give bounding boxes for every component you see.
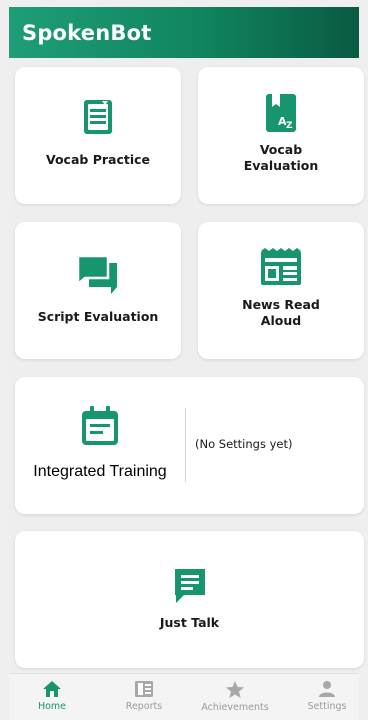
news-read-aloud-label-line1: News Read	[242, 296, 320, 312]
news-read-aloud-card[interactable]: News Read Aloud	[198, 222, 364, 359]
newspaper-icon	[261, 247, 301, 285]
nav-item-reports[interactable]: Reports	[104, 680, 184, 712]
integrated-training-settings-text: (No Settings yet)	[195, 437, 293, 451]
app-title: SpokenBot	[22, 20, 152, 45]
nav-label-home: Home	[37, 701, 67, 712]
star-icon	[226, 681, 244, 698]
list-icon	[84, 99, 112, 134]
nav-label-reports: Reports	[125, 701, 163, 712]
integrated-training-label: Integrated Training	[33, 462, 167, 480]
book-az-icon: A Z	[266, 93, 296, 132]
card-divider	[185, 408, 186, 482]
script-evaluation-label: Script Evaluation	[37, 308, 159, 324]
home-icon	[43, 681, 61, 697]
reports-icon	[135, 681, 153, 697]
nav-label-achievements: Achievements	[201, 702, 269, 713]
vocab-practice-label: Vocab Practice	[45, 151, 151, 167]
bottom-nav: Home Reports Achievements Settings	[9, 673, 359, 720]
vocab-evaluation-card[interactable]: A Z Vocab Evaluation	[198, 67, 364, 204]
just-talk-card[interactable]: Just Talk	[15, 531, 364, 668]
integrated-training-main[interactable]: Integrated Training	[15, 377, 185, 514]
nav-item-achievements[interactable]: Achievements	[195, 680, 275, 713]
vocab-evaluation-label-line1: Vocab	[259, 141, 303, 157]
message-icon	[174, 568, 205, 603]
chat-bubbles-icon	[76, 254, 117, 294]
app-bar: SpokenBot	[9, 7, 359, 58]
news-read-aloud-label-line2: Aloud	[260, 312, 302, 328]
svg-text:Z: Z	[286, 121, 293, 131]
calendar-icon	[82, 405, 118, 445]
vocab-evaluation-label-line2: Evaluation	[243, 157, 319, 173]
just-talk-label: Just Talk	[159, 614, 220, 630]
nav-item-home[interactable]: Home	[12, 680, 92, 712]
vocab-practice-card[interactable]: Vocab Practice	[15, 67, 181, 204]
nav-label-settings: Settings	[307, 701, 347, 712]
nav-item-settings[interactable]: Settings	[287, 680, 367, 712]
script-evaluation-card[interactable]: Script Evaluation	[15, 222, 181, 359]
person-icon	[319, 681, 335, 697]
